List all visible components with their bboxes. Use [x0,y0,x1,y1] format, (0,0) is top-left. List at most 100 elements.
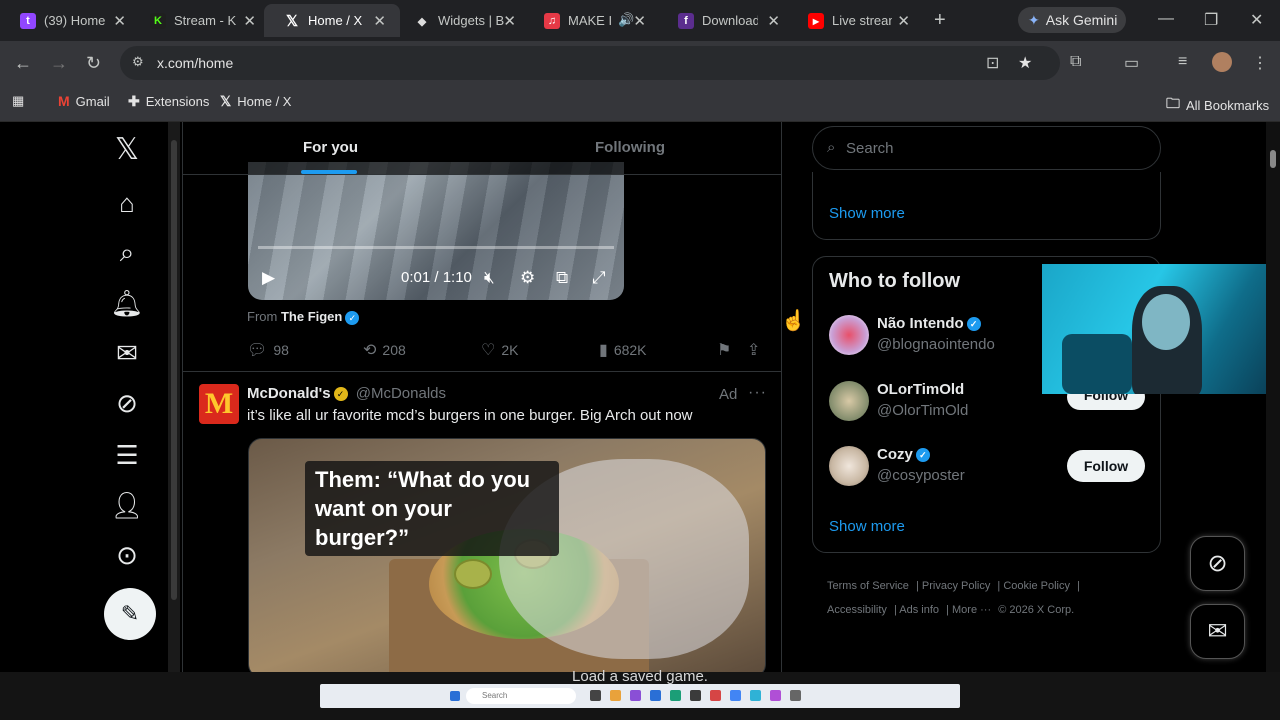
author-name[interactable]: McDonald's [247,385,331,402]
media-control-icon[interactable]: ≡ [1178,53,1187,71]
extensions-icon[interactable]: ⧉ [1070,53,1081,71]
home-icon[interactable]: ⌂ [110,186,144,220]
show-more-link[interactable]: Show more [829,518,905,535]
avatar[interactable] [829,381,869,421]
url-text[interactable]: x.com/home [157,55,233,71]
restore-icon[interactable]: ❐ [1204,10,1218,30]
taskbar-app-icon[interactable] [710,690,721,701]
bookmark-x-home[interactable]: 𝕏 Home / X [220,93,291,110]
taskbar-search[interactable]: Search [466,688,576,704]
follow-suggestion[interactable]: Cozy ✓ @cosyposter Follow [829,446,1149,490]
taskbar-app-icon[interactable] [610,690,621,701]
video-player[interactable]: ▶ 0:01 / 1:10 🔇︎ ⚙ ⧉ ⤢ [248,162,624,300]
tab-widgets[interactable]: ◆ Widgets | B ✕ [394,4,530,37]
accessibility-link[interactable]: Accessibility [827,604,887,616]
taskbar-app-icon[interactable] [750,690,761,701]
grok-icon[interactable]: ⊘ [110,386,144,420]
mute-icon[interactable]: 🔇︎ [484,268,495,288]
taskbar-app-icon[interactable] [730,690,741,701]
install-app-icon[interactable]: ⊡ [986,53,999,73]
source-name[interactable]: The Figen [281,309,342,324]
ads-info-link[interactable]: Ads info [899,604,939,616]
taskbar-app-icon[interactable] [670,690,681,701]
follow-button[interactable]: Follow [1067,450,1145,482]
close-icon[interactable]: ✕ [767,12,780,30]
apps-grid-icon[interactable]: ▦ [12,93,24,109]
search-box[interactable]: ⌕ Search [812,126,1161,170]
author-handle[interactable]: @McDonalds [356,385,446,402]
taskbar-app-icon[interactable] [690,690,701,701]
reply-button[interactable]: 💬︎ 98 [247,340,289,360]
tab-twitch[interactable]: t (39) Home ✕ [0,4,140,37]
ask-gemini-button[interactable]: ✦ Ask Gemini [1018,7,1126,33]
like-button[interactable]: ♡ 2K [481,340,518,360]
taskbar-app-icon[interactable] [590,690,601,701]
suggestion-name[interactable]: Cozy ✓ [877,446,930,463]
bookmark-gmail[interactable]: M Gmail [58,93,110,109]
play-icon[interactable]: ▶ [262,268,275,288]
scrollbar-thumb[interactable] [171,140,177,600]
profile-icon[interactable]: 👤︎ [110,488,144,522]
lists-icon[interactable]: ☰ [110,438,144,472]
close-icon[interactable]: ✕ [633,12,646,30]
feed-scrollbar[interactable] [168,122,180,672]
taskbar-app-icon[interactable] [770,690,781,701]
post-more-icon[interactable]: ··· [748,384,767,402]
notifications-bell-icon[interactable]: 🔔︎ [110,286,144,320]
close-icon[interactable]: ✕ [113,12,126,30]
site-info-icon[interactable]: ⚙ [132,54,144,70]
tab-following[interactable]: Following [595,139,665,156]
suggestion-name[interactable]: OLorTimOld [877,381,964,398]
new-tab-icon[interactable]: + [934,9,946,32]
tab-music[interactable]: ♫ MAKE I 🔊 ✕ [524,4,660,37]
page-scrollbar[interactable] [1266,122,1280,672]
tab-youtube[interactable]: ▶ Live stream ✕ [788,4,924,37]
fullscreen-icon[interactable]: ⤢ [592,268,606,288]
close-icon[interactable]: ✕ [373,12,386,30]
bookmark-icon[interactable]: ⚑ [717,340,731,360]
start-icon[interactable] [450,691,460,701]
window-close-icon[interactable]: ✕ [1250,10,1263,30]
cookie-link[interactable]: Cookie Policy [1003,580,1070,592]
close-icon[interactable]: ✕ [897,12,910,30]
more-link[interactable]: More ··· [952,604,991,616]
all-bookmarks[interactable]: 🗀 All Bookmarks [1166,93,1269,117]
address-bar[interactable]: ⚙ x.com/home ⊡ ★ [120,46,1060,80]
share-icon[interactable]: ⇪ [747,340,760,360]
taskbar-app-icon[interactable] [630,690,641,701]
profile-avatar[interactable] [1212,52,1232,72]
back-icon[interactable]: ← [14,53,32,74]
avatar[interactable] [829,315,869,355]
pip-icon[interactable]: ⧉ [556,268,568,288]
taskbar-app-icon[interactable] [790,690,801,701]
terms-link[interactable]: Terms of Service [827,580,909,592]
speaker-icon[interactable]: 🔊 [618,12,634,28]
bookmark-star-icon[interactable]: ★ [1018,53,1032,73]
menu-kebab-icon[interactable]: ⋮ [1252,53,1268,73]
reload-icon[interactable]: ↻ [86,53,101,74]
forward-icon[interactable]: → [50,53,68,74]
bookmark-extensions[interactable]: ✚ Extensions [128,93,209,110]
close-icon[interactable]: ✕ [503,12,516,30]
compose-post-button[interactable]: ✎ [104,588,156,640]
settings-gear-icon[interactable]: ⚙ [520,268,535,288]
suggestion-name[interactable]: Não Intendo ✓ [877,315,981,332]
minimize-icon[interactable]: — [1158,10,1174,28]
tab-download[interactable]: f Download ✕ [658,4,794,37]
messages-mail-icon[interactable]: ✉ [110,336,144,370]
scrollbar-thumb[interactable] [1270,150,1276,168]
tab-for-you[interactable]: For you [303,139,358,156]
views-button[interactable]: ▮ 682K [599,340,647,360]
explore-search-icon[interactable]: ⌕ [110,236,144,270]
tab-kick[interactable]: K Stream - K ✕ [130,4,270,37]
more-circle-icon[interactable]: ⊙ [110,538,144,572]
video-progress-bar[interactable] [258,246,614,249]
ad-video[interactable]: Them: “What do you want on your burger?” [248,438,766,672]
taskbar-app-icon[interactable] [650,690,661,701]
close-icon[interactable]: ✕ [243,12,256,30]
x-logo-icon[interactable]: 𝕏 [110,132,144,166]
tab-x-home[interactable]: 𝕏 Home / X ✕ [264,4,400,37]
mcdonalds-avatar[interactable]: M [199,384,239,424]
repost-button[interactable]: ⟲ 208 [363,340,406,360]
avatar[interactable] [829,446,869,486]
